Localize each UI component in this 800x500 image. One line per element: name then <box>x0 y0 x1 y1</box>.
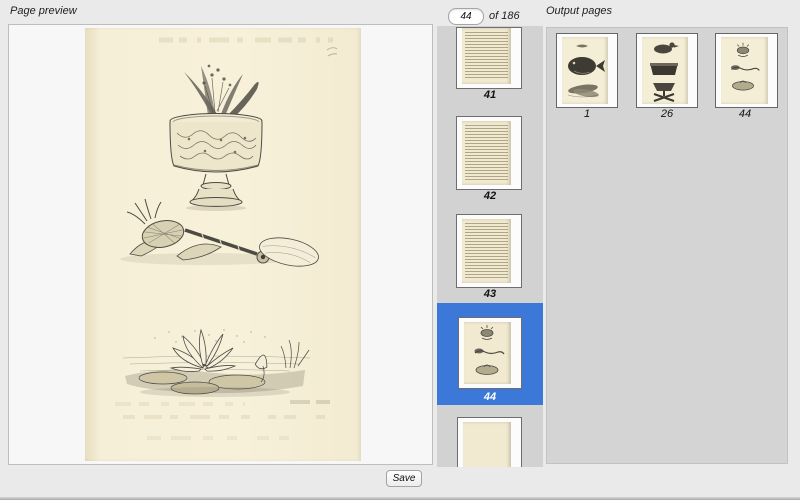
fish-plate-illustration <box>562 37 606 102</box>
output-page-paper <box>642 37 688 104</box>
thumbnail-image[interactable] <box>456 116 522 190</box>
output-page-paper <box>721 37 768 104</box>
output-page-paper <box>562 37 608 104</box>
page-preview-label: Page preview <box>10 5 77 17</box>
current-page-input[interactable] <box>448 8 484 25</box>
page-preview-panel <box>8 24 433 465</box>
thumbnail-text-texture <box>465 125 508 181</box>
vase-illustration <box>170 65 262 211</box>
thumbnail-page-paper <box>462 121 511 185</box>
output-page-label: 44 <box>714 108 776 120</box>
thumbnail-image[interactable] <box>458 317 522 389</box>
page-count-label: of 186 <box>489 10 520 22</box>
thumbnail-page-paper <box>464 322 511 384</box>
thumbnail-label: 44 <box>437 391 543 403</box>
thumbnail-label: 43 <box>437 288 543 300</box>
save-button[interactable]: Save <box>386 470 422 487</box>
thumbnail-text-texture <box>465 32 508 80</box>
thumbnail-label: 42 <box>437 190 543 202</box>
bird-basket-trophy-illustration <box>642 37 686 102</box>
thumbnail-page-paper <box>463 422 511 467</box>
thumbnail-text-texture <box>465 223 508 279</box>
ghost-text-top <box>159 40 337 56</box>
output-thumbnail-image[interactable] <box>715 33 778 108</box>
thumbnail-page-44-selected[interactable]: 44 <box>437 303 543 405</box>
waterlily-illustration <box>123 329 310 397</box>
page-thumbnails-list[interactable]: 41 42 43 <box>437 26 543 467</box>
preview-page <box>85 28 361 461</box>
output-page-label: 26 <box>636 108 698 120</box>
thumbnail-image[interactable] <box>456 214 522 288</box>
page-extraction-window: Page preview <box>0 0 800 500</box>
mini-plate-illustration <box>721 37 766 102</box>
output-thumbnail-image[interactable] <box>636 33 698 108</box>
output-pages-panel: 1 <box>546 27 788 464</box>
thumbnail-page-paper <box>462 28 511 84</box>
mini-plate-illustration <box>464 322 511 384</box>
thumbnail-image[interactable] <box>456 27 522 89</box>
ghost-text-bottom <box>115 402 341 438</box>
output-page-label: 1 <box>556 108 618 120</box>
thumbnail-label: 41 <box>437 89 543 101</box>
preview-page-plate-illustration <box>85 28 361 461</box>
output-thumbnail-image[interactable] <box>556 33 618 108</box>
thumbnail-page-paper <box>462 219 511 283</box>
output-pages-label: Output pages <box>546 5 612 17</box>
thumbnail-image[interactable] <box>457 417 522 467</box>
